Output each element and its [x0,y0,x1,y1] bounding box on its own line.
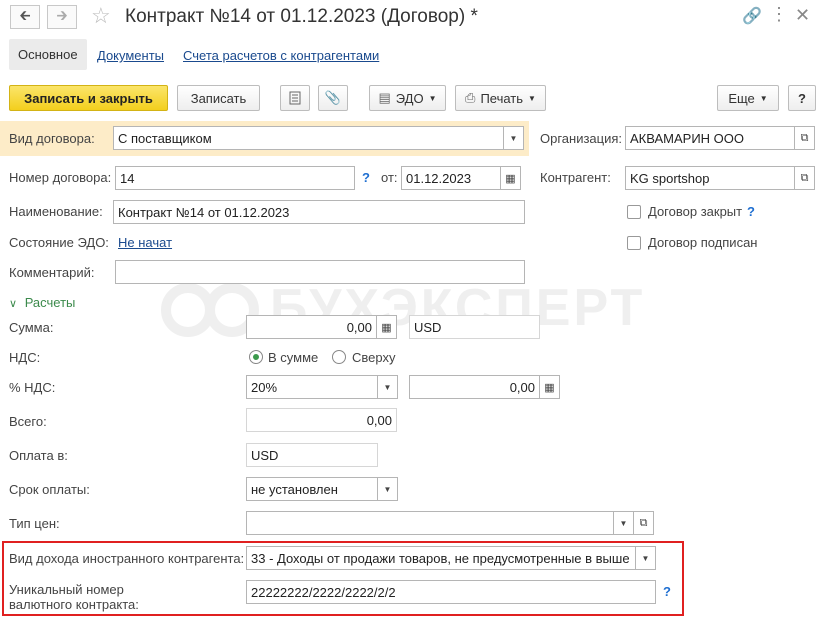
watermark-logo [160,280,260,343]
due-label: Срок оплаты: [9,482,90,497]
due-dropdown-icon[interactable]: ▼ [378,477,398,501]
vat-amount-field[interactable]: 0,00 [409,375,540,399]
print-label: Печать [480,90,524,106]
contract-number-label: Номер договора: [9,170,112,185]
more-label: Еще [728,90,755,106]
window-title: Контракт №14 от 01.12.2023 (Договор) * [125,6,478,27]
edo-state-link[interactable]: Не начат [118,235,172,250]
tab-settlement-accounts[interactable]: Счета расчетов с контрагентами [183,48,379,63]
counterparty-field[interactable]: KG sportshop [625,166,795,190]
contract-number-field[interactable]: 14 [115,166,355,190]
name-field[interactable]: Контракт №14 от 01.12.2023 [113,200,525,224]
total-field: 0,00 [246,408,397,432]
radio-selected-dot [253,354,259,360]
dropdown-arrow-icon: ▼ [428,93,437,103]
number-help-icon[interactable]: ? [362,170,370,185]
unique-number-label-line2: валютного контракта: [9,597,139,612]
vat-label: НДС: [9,350,41,365]
edo-label: ЭДО [395,90,424,106]
sum-field[interactable]: 0,00 [246,315,377,339]
link-icon[interactable]: 🔗 [742,6,762,26]
unique-number-field[interactable]: 22222222/2222/2222/2/2 [246,580,656,604]
name-label: Наименование: [9,204,103,219]
contract-type-dropdown-icon[interactable]: ▼ [504,126,524,150]
report-icon [289,91,301,105]
comment-label: Комментарий: [9,265,95,280]
calculator-icon[interactable]: ▦ [377,315,397,339]
calendar-icon[interactable]: ▦ [501,166,521,190]
organization-label: Организация: [540,131,623,146]
paperclip-icon: 📎 [324,90,342,105]
help-button[interactable]: ? [788,85,816,111]
price-type-label: Тип цен: [9,516,60,531]
vat-on-top-radio[interactable] [332,350,346,364]
dropdown-arrow-icon: ▼ [759,93,768,103]
save-and-close-button[interactable]: Записать и закрыть [9,85,168,111]
currency-field: USD [409,315,540,339]
settlements-section-toggle[interactable]: ∨ Расчеты [9,295,75,310]
settlements-section-label: Расчеты [24,295,76,310]
back-button[interactable]: 🡰 [10,5,40,29]
printer-icon: ⎙ [465,90,476,105]
sum-label: Сумма: [9,320,54,335]
price-type-dropdown-icon[interactable]: ▼ [614,511,634,535]
tab-main[interactable]: Основное [9,39,87,70]
edo-state-label: Состояние ЭДО: [9,235,109,250]
income-type-label: Вид дохода иностранного контрагента: [9,551,245,566]
counterparty-label: Контрагент: [540,170,611,185]
arrow-right-icon: 🡲 [56,7,68,23]
arrow-left-icon: 🡰 [19,7,31,23]
contract-closed-label: Договор закрыт [648,204,743,219]
open-price-type-icon[interactable]: ⧉ [634,511,654,535]
watermark-icon [161,283,259,337]
tab-documents[interactable]: Документы [97,48,164,63]
contract-signed-label: Договор подписан [648,235,758,250]
vat-rate-select[interactable]: 20% [246,375,378,399]
closed-help-icon[interactable]: ? [747,204,755,219]
income-type-dropdown-icon[interactable]: ▼ [636,546,656,570]
unique-number-label-line1: Уникальный номер [9,582,124,597]
price-type-select[interactable] [246,511,614,535]
date-label: от: [381,170,398,185]
total-label: Всего: [9,414,47,429]
calculator-icon[interactable]: ▦ [540,375,560,399]
forward-button[interactable]: 🡲 [47,5,77,29]
vat-in-sum-label: В сумме [268,350,319,365]
open-organization-icon[interactable]: ⧉ [795,126,815,150]
edo-icon: ▤ [378,90,391,105]
attach-button[interactable]: 📎 [318,85,348,111]
open-counterparty-icon[interactable]: ⧉ [795,166,815,190]
dropdown-arrow-icon: ▼ [528,93,536,103]
vat-rate-dropdown-icon[interactable]: ▼ [378,375,398,399]
due-select[interactable]: не установлен [246,477,378,501]
more-button[interactable]: Еще ▼ [717,85,779,111]
vat-in-sum-radio[interactable] [249,350,263,364]
save-button[interactable]: Записать [177,85,260,111]
report-button[interactable] [280,85,310,111]
vat-on-top-label: Сверху [352,350,396,365]
contract-type-select[interactable]: С поставщиком [113,126,504,150]
income-type-select[interactable]: 33 - Доходы от продажи товаров, не преду… [246,546,636,570]
contract-date-field[interactable]: 01.12.2023 [401,166,501,190]
payment-in-label: Оплата в: [9,448,68,463]
chevron-down-icon: ∨ [9,298,18,310]
close-icon[interactable]: ✕ [795,5,810,26]
contract-signed-checkbox[interactable] [627,236,641,250]
print-dropdown-button[interactable]: ⎙ Печать ▼ [455,85,546,111]
unique-number-help-icon[interactable]: ? [663,584,671,599]
unique-number-label: Уникальный номер валютного контракта: [9,582,139,612]
vat-rate-label: % НДС: [9,380,56,395]
star-icon[interactable]: ☆ [91,3,111,29]
contract-type-label: Вид договора: [9,131,95,146]
comment-field[interactable] [115,260,525,284]
edo-dropdown-button[interactable]: ▤ ЭДО ▼ [369,85,446,111]
contract-closed-checkbox[interactable] [627,205,641,219]
organization-field[interactable]: АКВАМАРИН ООО [625,126,795,150]
more-vertical-icon[interactable]: ⋮ [770,4,788,25]
payment-in-field: USD [246,443,378,467]
